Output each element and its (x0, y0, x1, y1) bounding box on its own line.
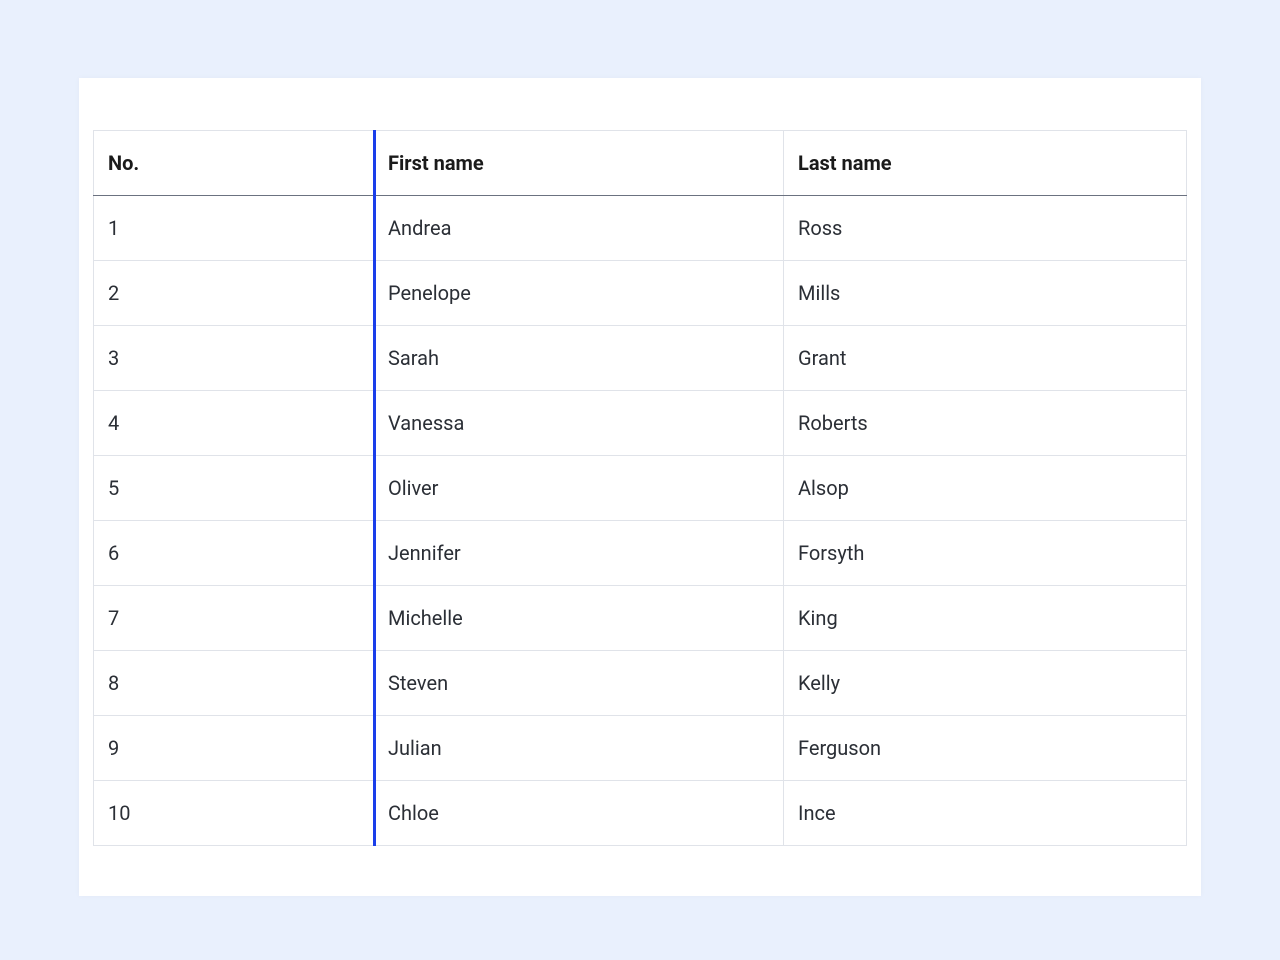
cell-last-name: Roberts (784, 391, 1187, 456)
cell-last-name: Kelly (784, 651, 1187, 716)
cell-no: 5 (94, 456, 374, 521)
table-row[interactable]: 9 Julian Ferguson (94, 716, 1187, 781)
content-card: No. First name Last name 1 Andrea Ross 2… (79, 78, 1201, 896)
table-row[interactable]: 10 Chloe Ince (94, 781, 1187, 846)
cell-last-name: Ferguson (784, 716, 1187, 781)
cell-first-name: Andrea (374, 196, 784, 261)
cell-first-name: Julian (374, 716, 784, 781)
table-row[interactable]: 5 Oliver Alsop (94, 456, 1187, 521)
cell-no: 7 (94, 586, 374, 651)
cell-last-name: Alsop (784, 456, 1187, 521)
people-table: No. First name Last name 1 Andrea Ross 2… (93, 130, 1187, 846)
cell-no: 6 (94, 521, 374, 586)
cell-no: 8 (94, 651, 374, 716)
cell-first-name: Vanessa (374, 391, 784, 456)
cell-last-name: King (784, 586, 1187, 651)
table-row[interactable]: 4 Vanessa Roberts (94, 391, 1187, 456)
cell-first-name: Oliver (374, 456, 784, 521)
cell-last-name: Grant (784, 326, 1187, 391)
table-row[interactable]: 3 Sarah Grant (94, 326, 1187, 391)
column-resize-handle[interactable] (373, 130, 376, 846)
cell-first-name: Sarah (374, 326, 784, 391)
table-row[interactable]: 6 Jennifer Forsyth (94, 521, 1187, 586)
cell-first-name: Michelle (374, 586, 784, 651)
cell-no: 1 (94, 196, 374, 261)
cell-no: 10 (94, 781, 374, 846)
table-row[interactable]: 7 Michelle King (94, 586, 1187, 651)
cell-no: 2 (94, 261, 374, 326)
cell-no: 9 (94, 716, 374, 781)
table-header-row: No. First name Last name (94, 131, 1187, 196)
table-wrapper: No. First name Last name 1 Andrea Ross 2… (93, 130, 1187, 846)
cell-last-name: Forsyth (784, 521, 1187, 586)
cell-last-name: Ince (784, 781, 1187, 846)
cell-no: 3 (94, 326, 374, 391)
column-header-first-name[interactable]: First name (374, 131, 784, 196)
cell-last-name: Ross (784, 196, 1187, 261)
cell-last-name: Mills (784, 261, 1187, 326)
cell-no: 4 (94, 391, 374, 456)
table-row[interactable]: 2 Penelope Mills (94, 261, 1187, 326)
column-header-no[interactable]: No. (94, 131, 374, 196)
cell-first-name: Penelope (374, 261, 784, 326)
cell-first-name: Jennifer (374, 521, 784, 586)
table-row[interactable]: 8 Steven Kelly (94, 651, 1187, 716)
cell-first-name: Steven (374, 651, 784, 716)
table-row[interactable]: 1 Andrea Ross (94, 196, 1187, 261)
column-header-last-name[interactable]: Last name (784, 131, 1187, 196)
cell-first-name: Chloe (374, 781, 784, 846)
